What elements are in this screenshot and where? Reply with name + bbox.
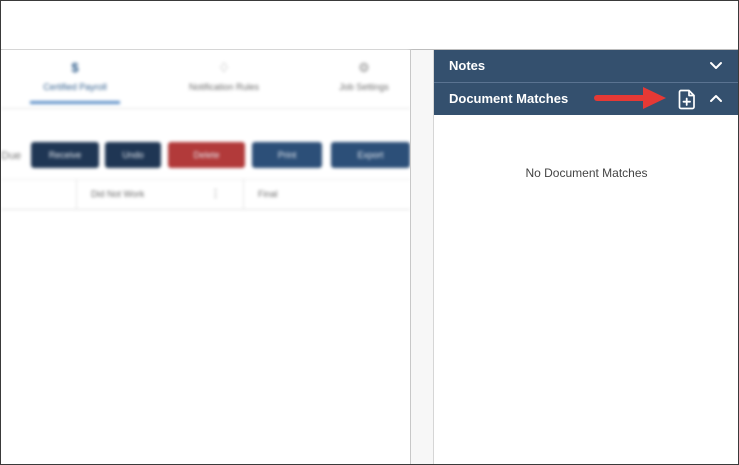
due-label: Due xyxy=(1,150,22,162)
tab-label: Job Settings xyxy=(339,82,389,92)
tab-certified-payroll[interactable]: $ Certified Payroll xyxy=(20,50,130,106)
document-matches-header[interactable]: Document Matches xyxy=(434,83,738,115)
column-header-did-not-work[interactable]: Did Not Work ⋮ xyxy=(76,180,243,209)
tab-notification-rules[interactable]: ♢ Notification Rules xyxy=(169,50,279,106)
window-frame: $ Certified Payroll ♢ Notification Rules… xyxy=(0,0,739,465)
tab-label: Certified Payroll xyxy=(43,82,107,92)
action-toolbar: Due Receive Undo Delete Print Export xyxy=(1,142,410,172)
column-header[interactable] xyxy=(1,180,76,209)
notes-label: Notes xyxy=(449,58,486,73)
tab-job-settings[interactable]: ⚙ Job Settings xyxy=(309,50,419,106)
bell-icon: ♢ xyxy=(218,60,230,75)
column-label: Did Not Work xyxy=(91,189,145,199)
side-panel: Notes Document Matches No Document Match… xyxy=(433,50,738,464)
tab-bar: $ Certified Payroll ♢ Notification Rules… xyxy=(1,50,410,109)
column-header-final[interactable]: Final xyxy=(243,180,410,209)
tab-label: Notification Rules xyxy=(188,82,260,92)
dollar-icon: $ xyxy=(71,60,79,75)
print-button[interactable]: Print xyxy=(252,142,322,168)
document-matches-label: Document Matches xyxy=(449,91,569,106)
gear-icon: ⚙ xyxy=(358,60,370,75)
chevron-up-icon[interactable] xyxy=(708,90,724,106)
main-content-area: $ Certified Payroll ♢ Notification Rules… xyxy=(1,50,410,464)
undo-button[interactable]: Undo xyxy=(105,142,161,168)
annotation-arrow-icon xyxy=(594,87,666,109)
receive-button[interactable]: Receive xyxy=(31,142,99,168)
delete-button[interactable]: Delete xyxy=(168,142,245,168)
top-bar xyxy=(1,1,738,50)
notes-header[interactable]: Notes xyxy=(434,50,738,82)
empty-state-message: No Document Matches xyxy=(525,166,648,180)
table-header-row: Did Not Work ⋮ Final xyxy=(1,179,410,210)
pane-gutter xyxy=(411,50,433,464)
column-menu-icon[interactable]: ⋮ xyxy=(210,180,221,209)
chevron-down-icon[interactable] xyxy=(708,57,724,73)
export-button[interactable]: Export xyxy=(331,142,410,168)
add-document-icon[interactable] xyxy=(676,88,698,110)
